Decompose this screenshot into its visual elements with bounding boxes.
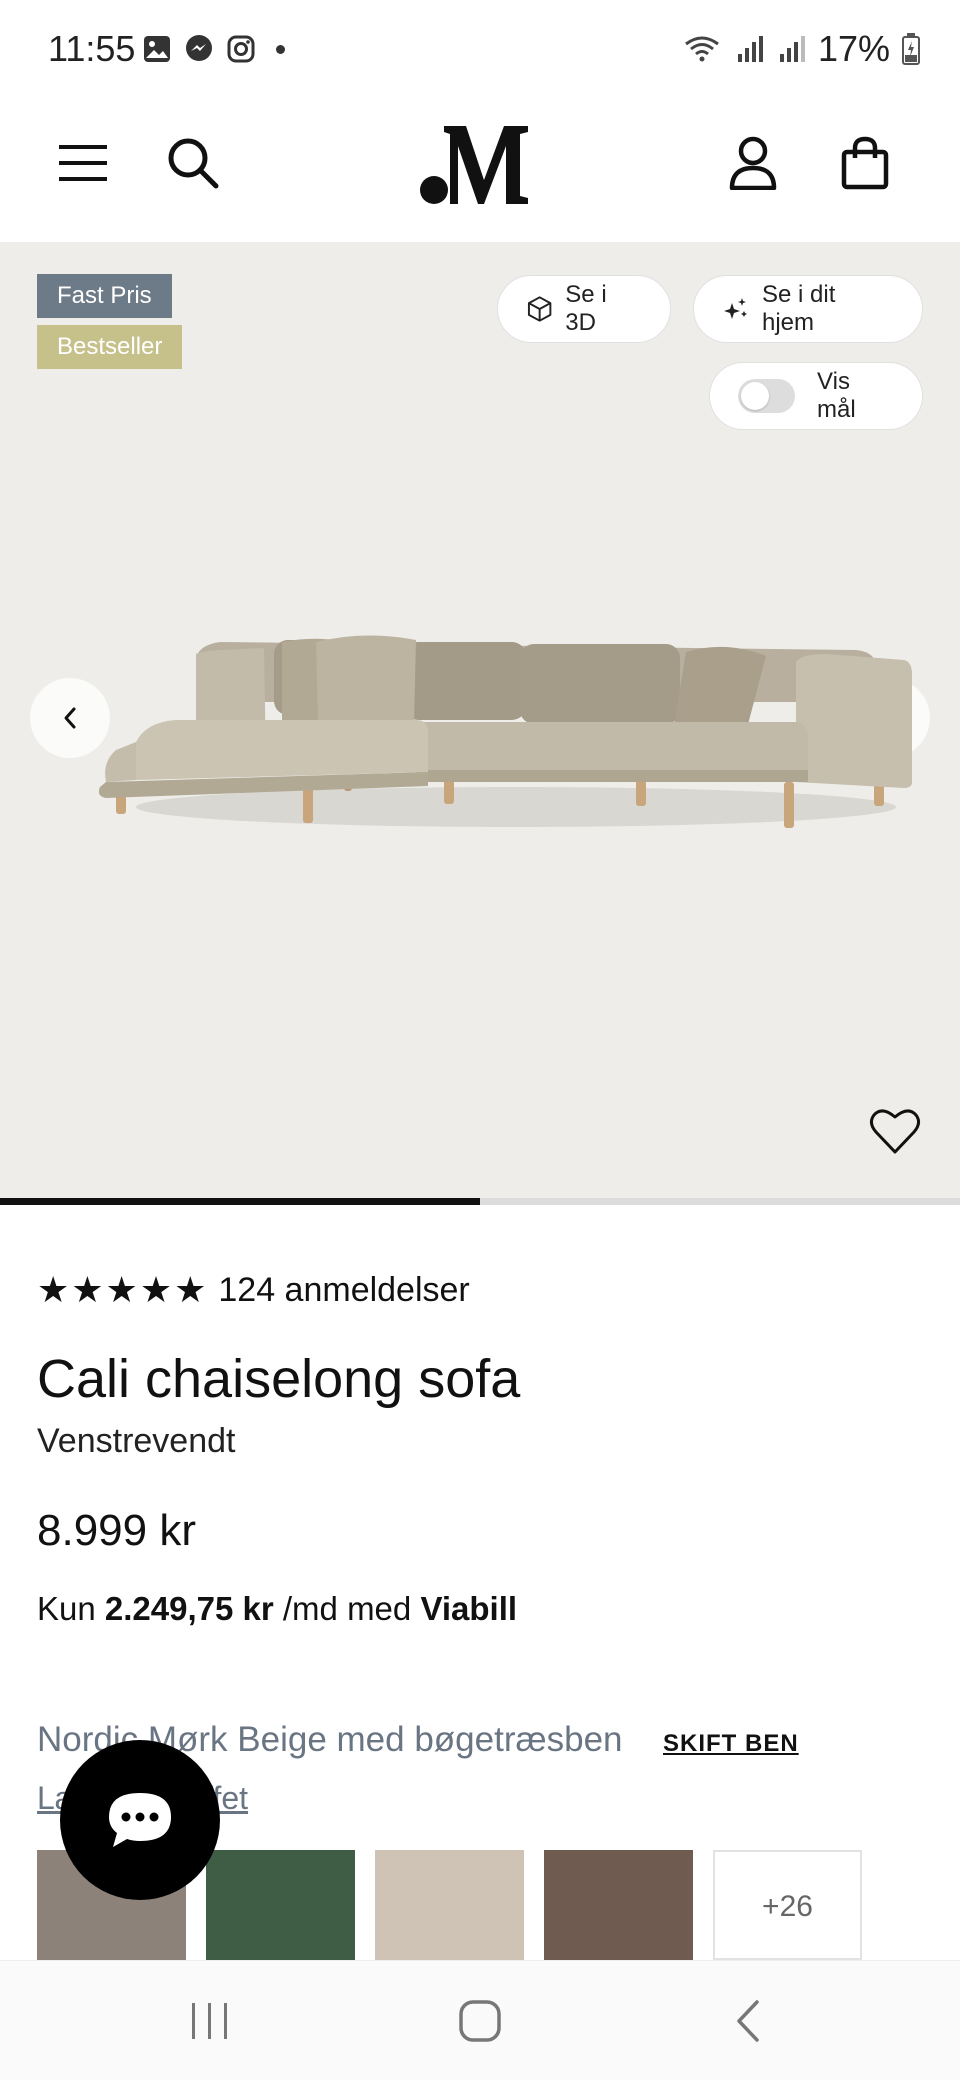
gallery-icon bbox=[144, 36, 170, 62]
signal-icon bbox=[737, 36, 763, 62]
shopping-bag-icon[interactable] bbox=[830, 128, 900, 198]
product-variant: Venstrevendt bbox=[37, 1422, 236, 1460]
user-icon[interactable] bbox=[718, 128, 788, 198]
signal-icon bbox=[779, 36, 805, 62]
show-dimensions-label: Vis mål bbox=[817, 368, 856, 423]
chevron-left-icon bbox=[64, 707, 76, 729]
hamburger-menu-icon[interactable] bbox=[48, 128, 118, 198]
badge-fast-pris: Fast Pris bbox=[37, 274, 172, 318]
dot-icon bbox=[276, 44, 285, 54]
rating-stars: ★★★★★ bbox=[37, 1270, 209, 1311]
system-nav-bar bbox=[0, 1960, 960, 2080]
wifi-icon bbox=[685, 36, 719, 62]
swatch-2[interactable] bbox=[206, 1850, 355, 1960]
see-in-home-button[interactable]: Se i dit hjem bbox=[693, 275, 923, 343]
recent-apps-icon[interactable] bbox=[180, 1991, 240, 2051]
see-in-3d-button[interactable]: Se i 3D bbox=[497, 275, 671, 343]
finance-prefix: Kun bbox=[37, 1590, 96, 1627]
logo[interactable] bbox=[420, 122, 540, 212]
system-icons: 17% bbox=[682, 28, 920, 70]
product-gallery[interactable]: Fast Pris Bestseller Se i 3D Se i dit hj… bbox=[0, 242, 960, 1198]
swatch-3[interactable] bbox=[375, 1850, 524, 1960]
product-price: 8.999 kr bbox=[37, 1506, 196, 1555]
toggle-switch[interactable] bbox=[738, 379, 796, 413]
back-icon[interactable] bbox=[718, 1991, 778, 2051]
show-dimensions-toggle[interactable]: Vis mål bbox=[709, 362, 923, 430]
see-in-3d-label: Se i 3D bbox=[565, 281, 607, 336]
product-title: Cali chaiselong sofa bbox=[37, 1349, 521, 1409]
product-rating[interactable]: ★★★★★ 124 anmeldelser bbox=[37, 1270, 470, 1311]
search-icon[interactable] bbox=[158, 128, 228, 198]
cube-icon bbox=[527, 296, 552, 322]
gallery-progress-fill bbox=[0, 1198, 480, 1205]
chat-button[interactable] bbox=[60, 1740, 220, 1900]
status-time: 11:55 bbox=[48, 28, 136, 69]
finance-amount: 2.249,75 kr bbox=[104, 1590, 274, 1627]
status-bar: 11:55 17% bbox=[0, 0, 960, 100]
messenger-icon bbox=[186, 35, 212, 61]
sparkles-icon bbox=[723, 298, 747, 319]
change-legs-link[interactable]: SKIFT BEN bbox=[663, 1730, 799, 1758]
home-icon[interactable] bbox=[450, 1991, 510, 2051]
finance-provider: Viabill bbox=[420, 1590, 518, 1627]
finance-mid: /md med bbox=[282, 1590, 412, 1627]
chat-bubble-icon bbox=[109, 1793, 171, 1847]
financing-info: Kun 2.249,75 kr /md med Viabill bbox=[37, 1590, 517, 1628]
notification-icons bbox=[142, 34, 285, 64]
battery-percent: 17% bbox=[817, 28, 890, 69]
swatch-4[interactable] bbox=[544, 1850, 693, 1960]
favorite-heart-icon[interactable] bbox=[868, 1106, 922, 1156]
product-image-sofa bbox=[98, 635, 912, 828]
see-in-home-label: Se i dit hjem bbox=[761, 281, 836, 336]
site-header bbox=[0, 100, 960, 242]
badge-bestseller: Bestseller bbox=[37, 325, 183, 369]
gallery-progress-bar bbox=[0, 1198, 960, 1205]
battery-icon bbox=[902, 33, 920, 65]
review-count[interactable]: 124 anmeldelser bbox=[218, 1271, 469, 1310]
instagram-icon bbox=[227, 35, 255, 63]
more-swatches-button[interactable]: +26 bbox=[713, 1850, 862, 1960]
